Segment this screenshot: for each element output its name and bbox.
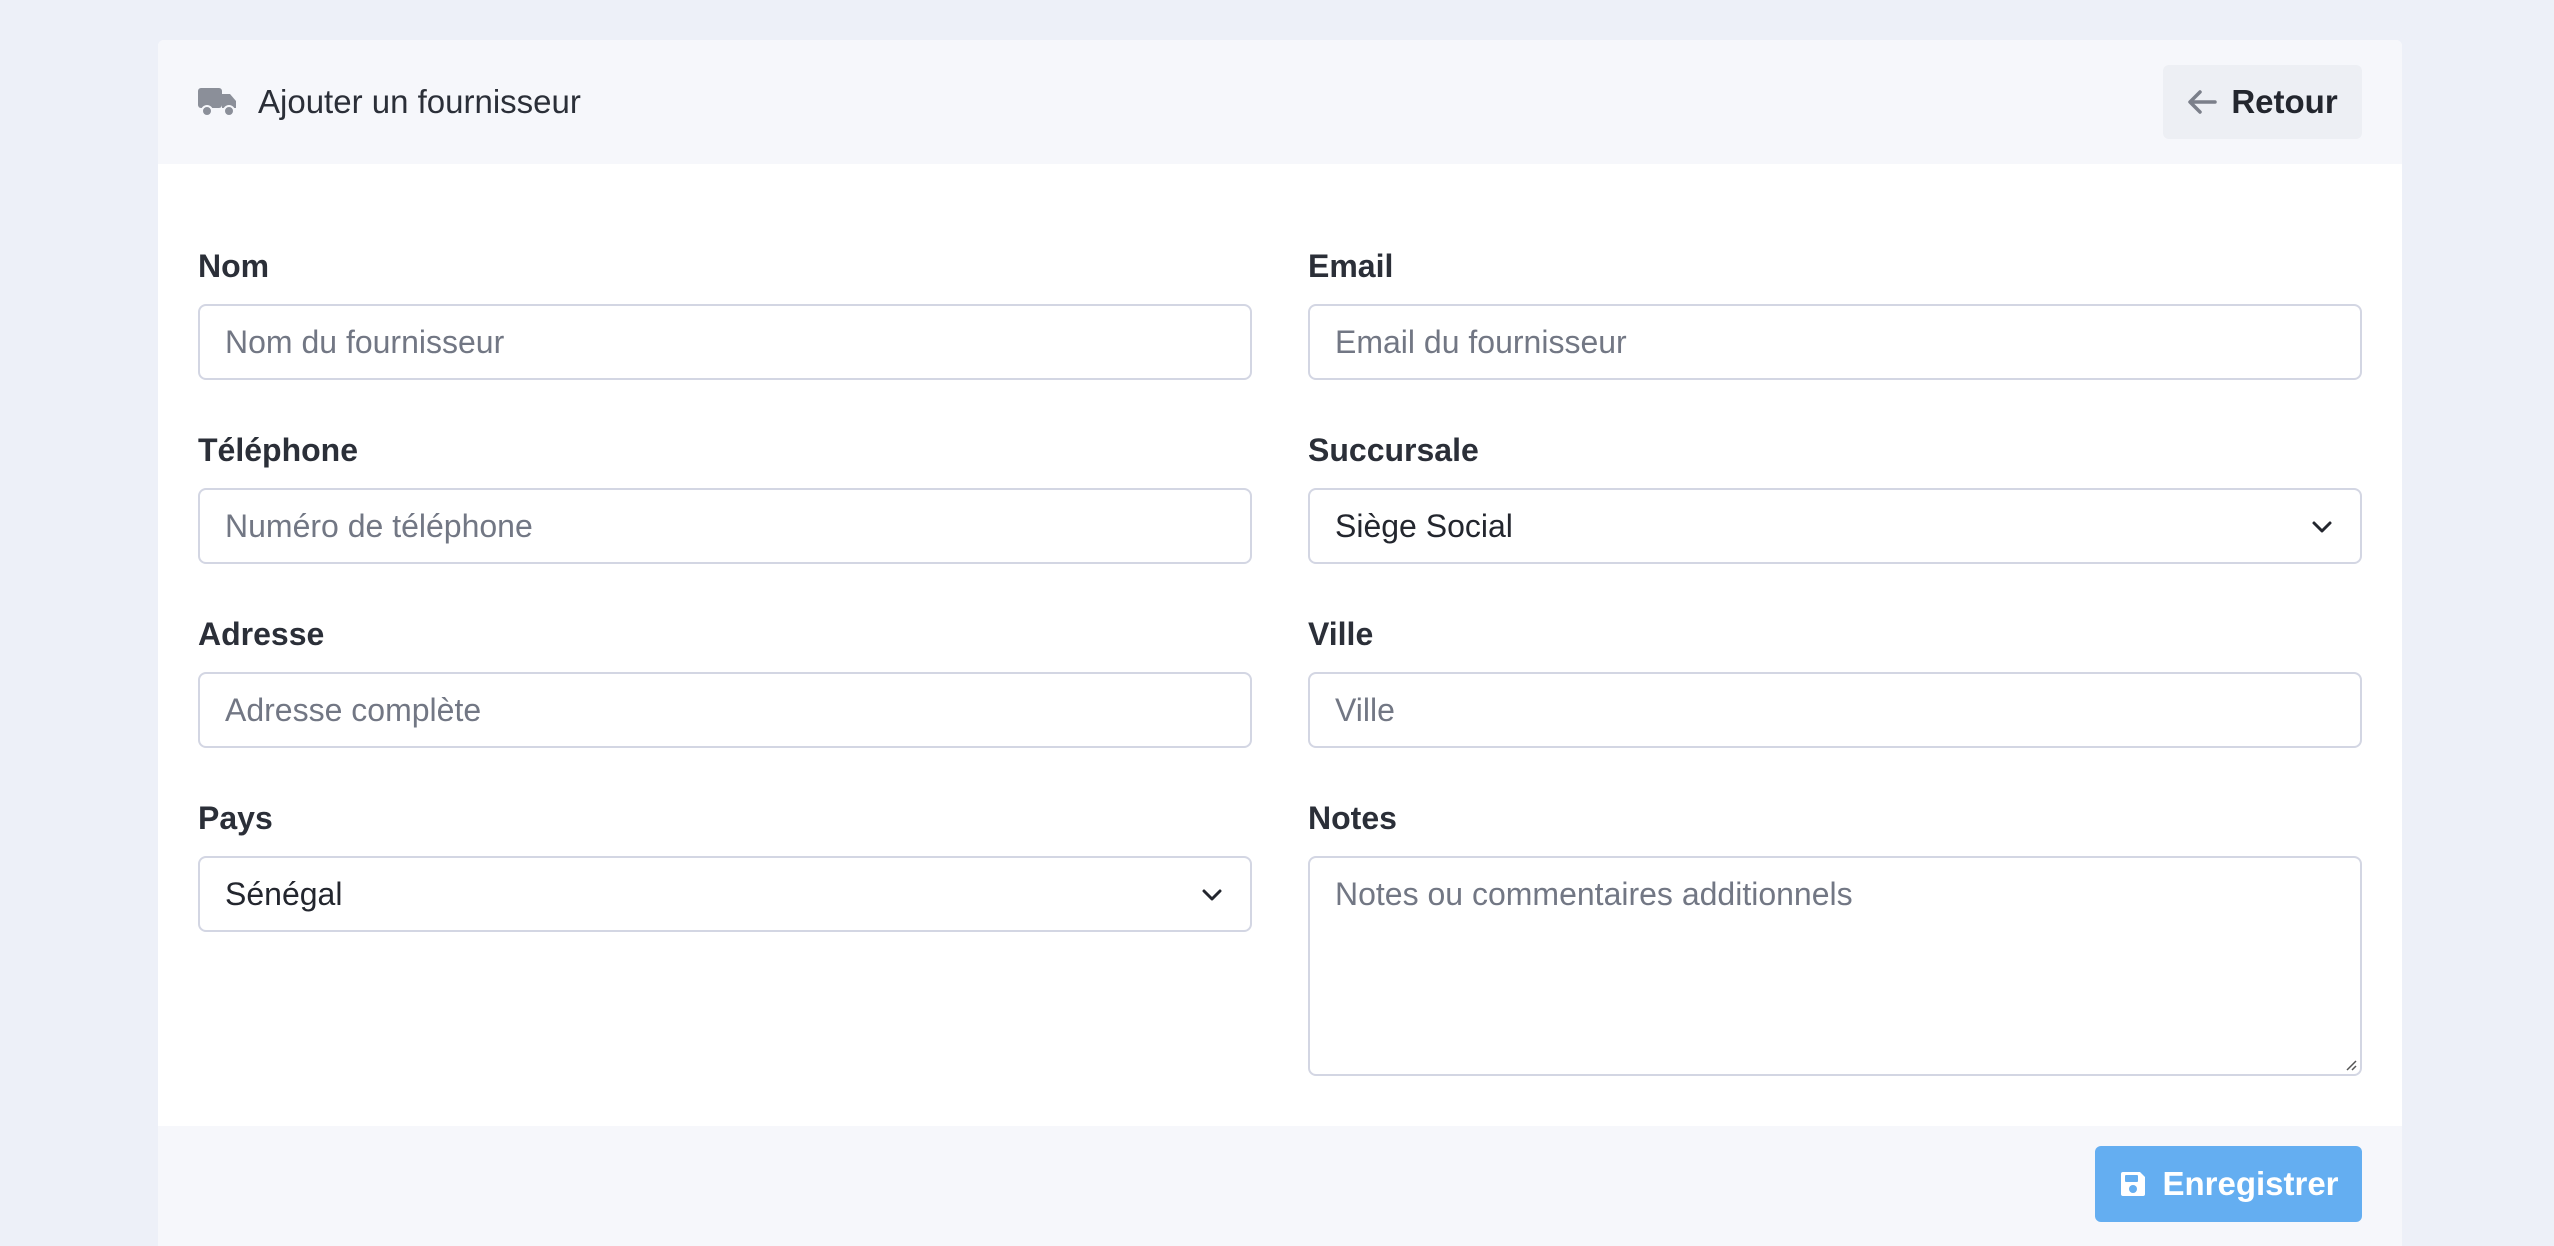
chevron-down-icon [1202, 889, 1222, 901]
succursale-selected: Siège Social [1335, 507, 1513, 544]
save-button[interactable]: Enregistrer [2095, 1146, 2362, 1222]
succursale-label: Succursale [1308, 432, 1479, 468]
notes-textarea[interactable]: Notes ou commentaires additionnels [1308, 856, 2362, 1076]
nom-field: Nom Nom du fournisseur [198, 246, 1252, 380]
nom-label: Nom [198, 248, 270, 284]
pays-selected: Sénégal [225, 875, 343, 912]
chevron-down-icon [2312, 521, 2332, 533]
succursale-field: Succursale Siège Social [1308, 430, 2362, 564]
pays-select[interactable]: Sénégal [198, 856, 1252, 932]
resize-handle-icon[interactable] [2343, 1057, 2357, 1071]
ville-input[interactable]: Ville [1308, 672, 2362, 748]
adresse-label: Adresse [198, 616, 325, 652]
notes-placeholder: Notes ou commentaires additionnels [1335, 876, 1853, 912]
telephone-input[interactable]: Numéro de téléphone [198, 488, 1252, 564]
notes-field: Notes Notes ou commentaires additionnels [1308, 798, 2362, 1076]
save-icon [2121, 1172, 2146, 1196]
supplier-form-card: Ajouter un fournisseur Retour Nom Nom du… [158, 40, 2402, 1246]
card-footer: Enregistrer [158, 1126, 2402, 1246]
email-label: Email [1308, 248, 1394, 284]
telephone-field: Téléphone Numéro de téléphone [198, 430, 1252, 564]
notes-label: Notes [1308, 800, 1397, 836]
ville-field: Ville Ville [1308, 614, 2362, 748]
arrow-left-icon [2188, 90, 2218, 114]
ville-label: Ville [1308, 616, 1374, 652]
back-button-label: Retour [2231, 83, 2338, 120]
nom-input[interactable]: Nom du fournisseur [198, 304, 1252, 380]
email-field: Email Email du fournisseur [1308, 246, 2362, 380]
pays-field: Pays Sénégal [198, 798, 1252, 932]
pays-label: Pays [198, 800, 273, 836]
page-title: Ajouter un fournisseur [258, 83, 581, 120]
telephone-label: Téléphone [198, 432, 359, 468]
succursale-select[interactable]: Siège Social [1308, 488, 2362, 564]
adresse-field: Adresse Adresse complète [198, 614, 1252, 748]
card-header: Ajouter un fournisseur Retour [158, 40, 2402, 164]
email-input[interactable]: Email du fournisseur [1308, 304, 2362, 380]
truck-icon [198, 85, 238, 119]
adresse-input[interactable]: Adresse complète [198, 672, 1252, 748]
back-button[interactable]: Retour [2163, 65, 2362, 139]
save-button-label: Enregistrer [2162, 1165, 2339, 1202]
